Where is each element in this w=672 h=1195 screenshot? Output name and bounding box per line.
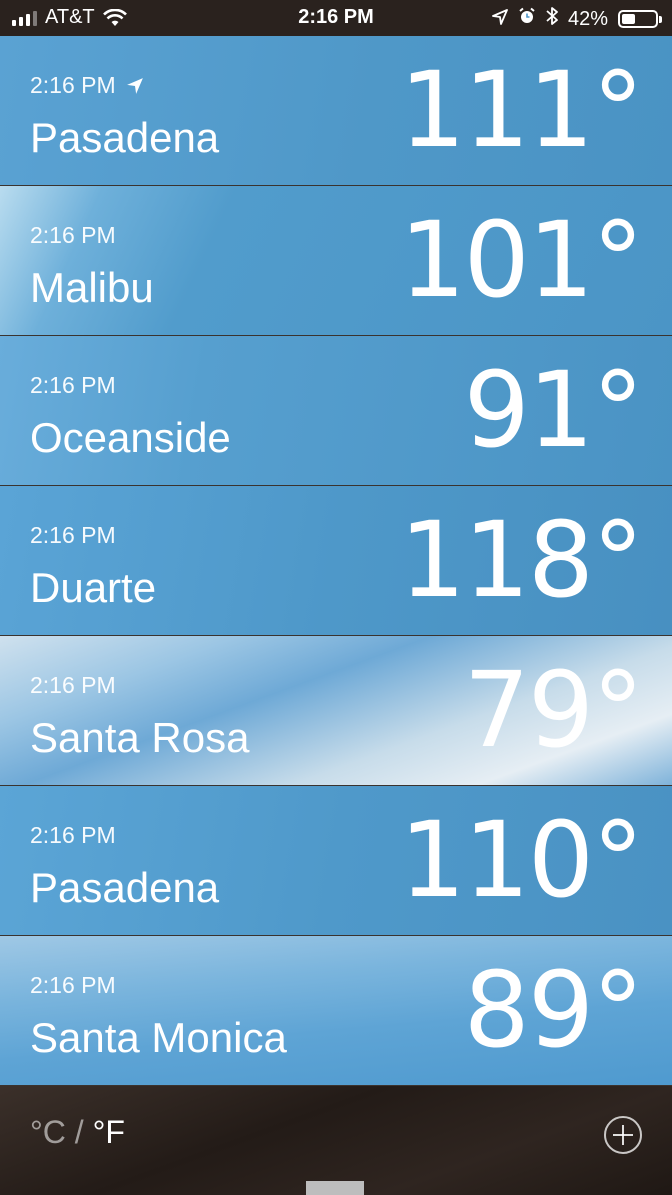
- city-row[interactable]: 2:16 PM Santa Monica 89°: [0, 936, 672, 1086]
- city-temperature: 91°: [463, 349, 644, 471]
- weather-app: AT&T 2:16 PM 42% 2:16 PM Pasadena 111° 2:16…: [0, 0, 672, 1195]
- city-row[interactable]: 2:16 PM Oceanside 91°: [0, 336, 672, 486]
- city-time-label: 2:16 PM: [30, 972, 116, 998]
- location-arrow-icon: [126, 77, 144, 95]
- city-local-time: 2:16 PM: [30, 672, 116, 699]
- city-row[interactable]: 2:16 PM Pasadena 110°: [0, 786, 672, 936]
- city-name: Pasadena: [30, 114, 220, 161]
- city-time-label: 2:16 PM: [30, 72, 116, 98]
- status-right: 42%: [492, 6, 662, 32]
- city-temperature: 79°: [463, 649, 644, 771]
- city-time-label: 2:16 PM: [30, 822, 116, 848]
- city-temperature: 118°: [399, 499, 644, 621]
- celsius-label: °C: [30, 1114, 66, 1150]
- battery-icon: [618, 10, 662, 28]
- city-temperature: 111°: [399, 49, 644, 171]
- city-temperature: 110°: [399, 799, 644, 921]
- city-local-time: 2:16 PM: [30, 822, 116, 849]
- city-local-time: 2:16 PM: [30, 972, 116, 999]
- city-local-time: 2:16 PM: [30, 72, 144, 99]
- home-indicator: [306, 1181, 364, 1195]
- bluetooth-icon: [546, 6, 558, 32]
- city-temperature: 89°: [463, 949, 644, 1071]
- unit-toggle[interactable]: °C / °F: [30, 1114, 125, 1151]
- city-name: Malibu: [30, 264, 154, 311]
- city-row[interactable]: 2:16 PM Santa Rosa 79°: [0, 636, 672, 786]
- fahrenheit-label: °F: [92, 1114, 125, 1150]
- bottom-toolbar: °C / °F: [0, 1086, 672, 1195]
- city-row[interactable]: 2:16 PM Duarte 118°: [0, 486, 672, 636]
- city-local-time: 2:16 PM: [30, 372, 116, 399]
- city-row[interactable]: 2:16 PM Malibu 101°: [0, 186, 672, 336]
- plus-circle-icon[interactable]: [604, 1116, 642, 1154]
- city-time-label: 2:16 PM: [30, 672, 116, 698]
- alarm-icon: [518, 7, 536, 31]
- city-time-label: 2:16 PM: [30, 522, 116, 548]
- status-bar: AT&T 2:16 PM 42%: [0, 0, 672, 36]
- city-time-label: 2:16 PM: [30, 372, 116, 398]
- unit-separator: /: [65, 1114, 93, 1150]
- city-list: 2:16 PM Pasadena 111° 2:16 PM Malibu 101° 2:16…: [0, 36, 672, 1086]
- city-name: Oceanside: [30, 414, 231, 461]
- battery-percent: 42%: [567, 7, 608, 30]
- city-local-time: 2:16 PM: [30, 522, 116, 549]
- city-temperature: 101°: [399, 199, 644, 321]
- city-local-time: 2:16 PM: [30, 222, 116, 249]
- city-row[interactable]: 2:16 PM Pasadena 111°: [0, 36, 672, 186]
- city-name: Santa Rosa: [30, 714, 250, 761]
- city-name: Santa Monica: [30, 1014, 287, 1061]
- location-icon: [492, 8, 508, 31]
- battery-level: [622, 14, 635, 24]
- city-time-label: 2:16 PM: [30, 222, 116, 248]
- city-name: Duarte: [30, 564, 157, 611]
- city-name: Pasadena: [30, 864, 220, 911]
